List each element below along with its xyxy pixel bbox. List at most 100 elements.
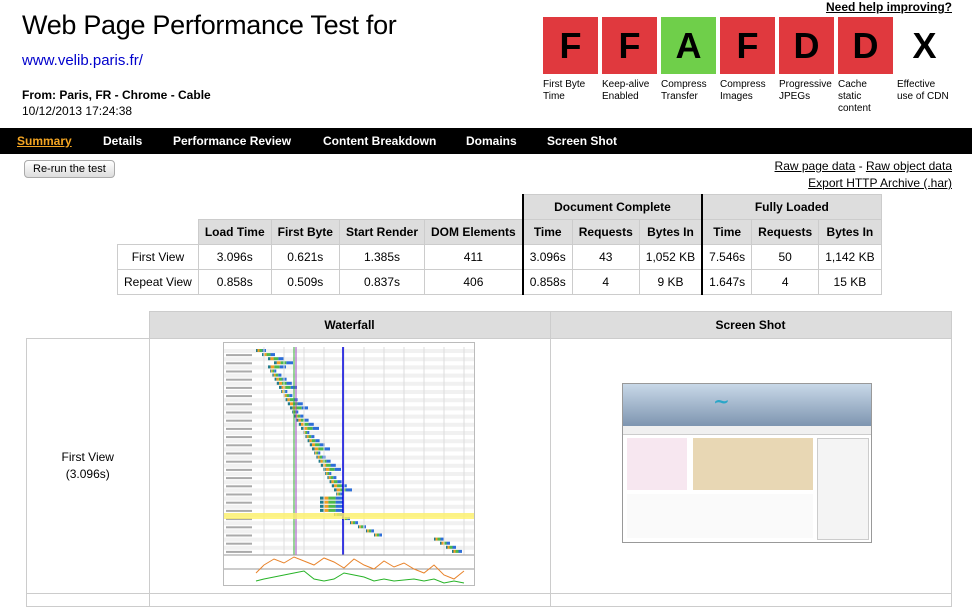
waterfall-bar: [311, 439, 316, 443]
waterfall-bar: [282, 390, 284, 393]
col-full-time: Time: [701, 219, 753, 245]
waterfall-bar: [331, 484, 335, 488]
col-first-byte: First Byte: [270, 219, 340, 245]
waterfall-bar: [318, 447, 324, 451]
grade-badge: A: [661, 17, 716, 74]
site-login-panel: [817, 438, 869, 540]
page-title: Web Page Performance Test for: [22, 10, 397, 40]
grade-badge: F: [543, 17, 598, 74]
grade-cache-static[interactable]: D Cache static content: [838, 17, 893, 115]
table-cell: 3.096s: [521, 244, 573, 270]
waterfall-thumbnail[interactable]: [223, 342, 475, 586]
col-doc-time: Time: [521, 219, 573, 245]
waterfall-bar: [337, 492, 339, 496]
waterfall-bar: [285, 390, 288, 393]
rerun-button[interactable]: Re-run the test: [24, 160, 115, 178]
waterfall-row: [224, 521, 474, 526]
waterfall-bar: [308, 422, 314, 426]
waterfall-row: [224, 463, 474, 468]
raw-page-data-link[interactable]: Raw page data: [775, 159, 856, 173]
table-cell: 411: [424, 244, 524, 270]
site-nav-bar: [623, 426, 871, 435]
waterfall-bar: [455, 549, 459, 553]
waterfall-bar: [312, 443, 316, 447]
table-cell: 0.858s: [197, 269, 272, 295]
export-har-link[interactable]: Export HTTP Archive (.har): [808, 176, 952, 190]
waterfall-label: [226, 419, 252, 422]
grade-label: Cache static content: [838, 79, 871, 114]
raw-object-data-link[interactable]: Raw object data: [866, 159, 952, 173]
waterfall-row: [224, 529, 474, 534]
grade-compress-images[interactable]: F Compress Images: [720, 17, 775, 103]
row-label: Repeat View: [117, 269, 199, 295]
waterfall-bar: [315, 439, 320, 443]
waterfall-bar: [307, 431, 310, 434]
waterfall-label: [226, 378, 252, 381]
waterfall-label: [226, 362, 252, 365]
grade-first-byte[interactable]: F First Byte Time: [543, 17, 598, 103]
waterfall-bar: [279, 365, 286, 369]
waterfall-label: [226, 386, 252, 389]
tab-domains[interactable]: Domains: [466, 134, 517, 148]
waterfall-bar: [274, 361, 277, 365]
waterfall-bar: [333, 476, 337, 480]
waterfall-bar: [458, 549, 462, 553]
table-cell: 0.509s: [270, 269, 340, 295]
grade-keep-alive[interactable]: F Keep-alive Enabled: [602, 17, 657, 103]
col-doc-bytes: Bytes In: [638, 219, 703, 245]
waterfall-bar: [368, 529, 372, 533]
waterfall-bar: [314, 447, 319, 451]
col-start-render: Start Render: [338, 219, 426, 245]
test-location: From: Paris, FR - Chrome - Cable: [22, 88, 211, 102]
waterfall-label: [226, 526, 252, 529]
tab-performance-review[interactable]: Performance Review: [173, 134, 291, 148]
waterfall-bar: [328, 496, 336, 500]
grade-label: Compress Transfer: [661, 79, 707, 102]
waterfall-bar: [319, 455, 323, 459]
grade-cdn[interactable]: X Effective use of CDN: [897, 17, 952, 103]
waterfall-bar: [259, 349, 263, 352]
waterfall-header: Waterfall: [148, 311, 551, 339]
waterfall-bar: [440, 537, 444, 541]
waterfall-bar: [300, 414, 304, 418]
waterfall-bar: [275, 373, 279, 377]
grade-compress-transfer[interactable]: A Compress Transfer: [661, 17, 716, 103]
help-link[interactable]: Need help improving?: [826, 0, 952, 14]
waterfall-bar: [355, 521, 358, 525]
waterfall-bar: [314, 451, 316, 455]
waterfall-bar: [322, 459, 327, 463]
tab-details[interactable]: Details: [103, 134, 142, 148]
waterfall-row: [224, 439, 474, 444]
waterfall-bar: [318, 459, 321, 463]
screenshot-thumbnail[interactable]: ~: [622, 383, 872, 543]
waterfall-bar: [286, 381, 292, 385]
tab-content-breakdown[interactable]: Content Breakdown: [323, 134, 436, 148]
waterfall-bar: [323, 447, 330, 451]
waterfall-bar: [304, 422, 309, 426]
waterfall-bar: [272, 369, 275, 373]
waterfall-bar: [358, 525, 360, 529]
waterfall-bar: [376, 533, 380, 537]
waterfall-bar: [340, 492, 343, 496]
waterfall-bar: [274, 377, 277, 381]
waterfall-bar: [360, 525, 364, 529]
tab-summary[interactable]: Summary: [17, 134, 72, 148]
waterfall-bar: [279, 381, 283, 385]
waterfall-bar: [286, 361, 293, 365]
waterfall-bar: [351, 521, 353, 525]
grade-progressive-jpegs[interactable]: D Progressive JPEGs: [779, 17, 834, 103]
waterfall-label: [226, 452, 252, 455]
waterfall-row: [224, 431, 474, 435]
raw-data-links: Raw page data - Raw object data Export H…: [775, 158, 952, 192]
waterfall-bar: [379, 533, 382, 537]
test-date: 10/12/2013 17:24:38: [22, 104, 133, 118]
waterfall-bar: [337, 480, 342, 484]
tested-url-link[interactable]: www.velib.paris.fr/: [22, 52, 143, 69]
tab-screen-shot[interactable]: Screen Shot: [547, 134, 617, 148]
waterfall-row: [224, 472, 474, 476]
waterfall-label: [226, 493, 252, 496]
waterfall-bar: [334, 467, 341, 471]
grade-badge: D: [838, 17, 893, 74]
waterfall-bar: [337, 484, 342, 488]
waterfall-bar: [334, 484, 338, 488]
